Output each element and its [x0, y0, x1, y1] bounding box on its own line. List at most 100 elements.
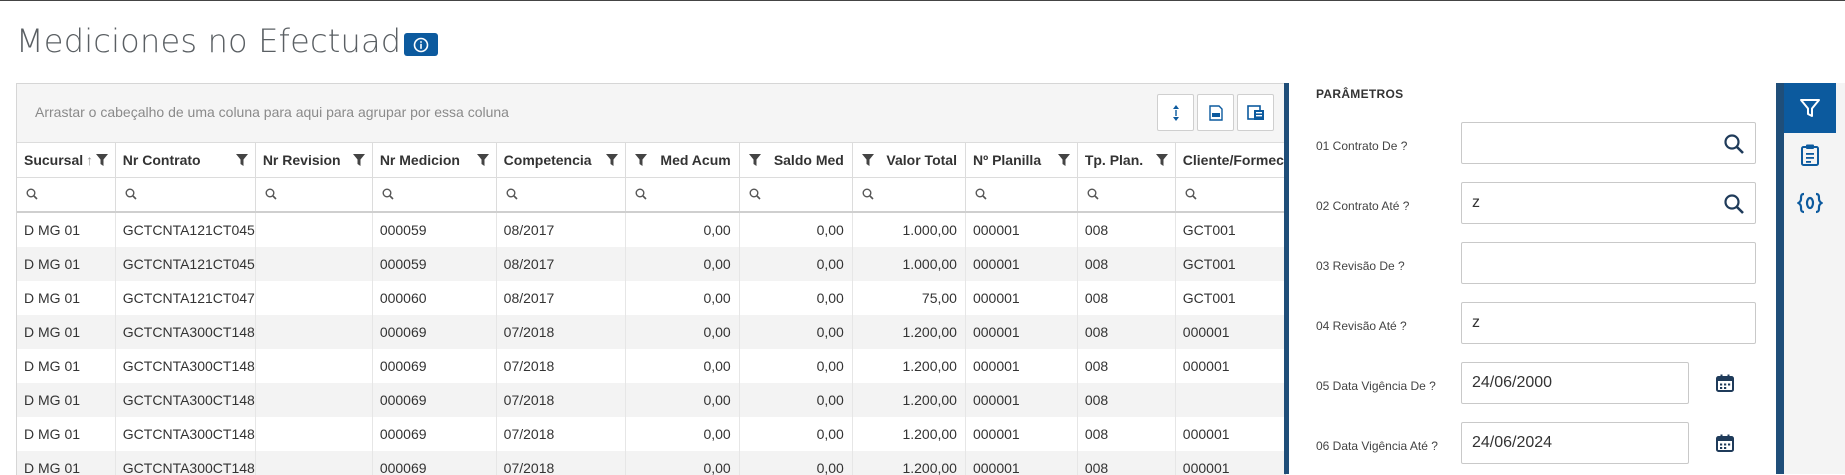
param-input-data-vigencia-de[interactable]: 24/06/2000	[1461, 362, 1689, 404]
cell-nr-medicion: 000069	[372, 349, 497, 383]
column-header-sucursal[interactable]: Sucursal ↑	[17, 143, 116, 178]
column-header-competencia[interactable]: Competencia	[496, 143, 626, 178]
cell-sucursal: D MG 01	[17, 417, 116, 451]
cell-med-acum: 0,00	[625, 281, 740, 315]
column-header-valor-total[interactable]: Valor Total	[852, 143, 966, 178]
param-input-contrato-de[interactable]	[1461, 122, 1756, 164]
cell-med-acum: 0,00	[625, 451, 740, 475]
column-header-cliente-formec[interactable]: Cliente/Formec	[1175, 143, 1285, 178]
param-input-revisao-ate[interactable]: z	[1461, 302, 1756, 344]
group-by-hint: Arrastar o cabeçalho de uma coluna para …	[35, 104, 509, 120]
cell-nr-medicion: 000069	[372, 315, 497, 349]
search-icon	[382, 188, 394, 200]
column-header-nr-revision[interactable]: Nr Revision	[255, 143, 373, 178]
cell-valor-total: 75,00	[852, 281, 966, 315]
table-row[interactable]: D MG 01 GCTCNTA121CT047 000060 08/2017 0,00 0…	[17, 281, 1285, 315]
cell-saldo-med: 0,00	[739, 315, 853, 349]
cell-tp-plan: 008	[1077, 281, 1176, 315]
cell-nr-medicion: 000069	[372, 383, 497, 417]
cell-nr-medicion: 000059	[372, 212, 497, 247]
column-header-nr-medicion[interactable]: Nr Medicion	[372, 143, 497, 178]
cell-sucursal: D MG 01	[17, 451, 116, 475]
column-filter-input[interactable]	[115, 177, 256, 213]
cell-med-acum: 0,00	[625, 315, 740, 349]
cell-saldo-med: 0,00	[739, 212, 853, 247]
cell-no-planilla: 000001	[965, 212, 1078, 247]
page-title: Mediciones no Efectuadas	[16, 22, 439, 60]
cell-med-acum: 0,00	[625, 349, 740, 383]
column-filter-input[interactable]	[496, 177, 626, 213]
calendar-icon[interactable]	[1715, 433, 1735, 458]
cell-sucursal: D MG 01	[17, 212, 116, 247]
info-button[interactable]	[404, 33, 438, 56]
column-filter-input[interactable]	[1175, 177, 1285, 213]
column-filter-input[interactable]	[739, 177, 853, 213]
column-filter-input[interactable]	[1077, 177, 1176, 213]
filter-icon[interactable]	[605, 153, 619, 170]
table-row[interactable]: D MG 01 GCTCNTA300CT148 000069 07/2018 0,00 0…	[17, 451, 1285, 475]
search-icon[interactable]	[1723, 133, 1745, 160]
group-by-bar[interactable]: Arrastar o cabeçalho de uma coluna para …	[17, 84, 1285, 143]
sort-asc-icon[interactable]: ↑	[86, 152, 93, 168]
column-header-no-planilla[interactable]: Nº Planilla	[965, 143, 1078, 178]
search-icon	[635, 188, 647, 200]
cell-valor-total: 1.200,00	[852, 315, 966, 349]
export-xls-button[interactable]	[1197, 94, 1234, 131]
cell-tp-plan: 008	[1077, 247, 1176, 281]
column-header-saldo-med[interactable]: Saldo Med	[739, 143, 853, 178]
param-label-revisao-ate: 04 Revisão Até ?	[1316, 319, 1407, 333]
clipboard-button[interactable]	[1784, 135, 1836, 175]
filter-icon[interactable]	[476, 153, 490, 170]
cell-valor-total: 1.200,00	[852, 417, 966, 451]
table-row[interactable]: D MG 01 GCTCNTA121CT045 000059 08/2017 0,00 0…	[17, 212, 1285, 247]
filter-panel-button[interactable]	[1784, 83, 1836, 133]
param-input-revisao-de[interactable]	[1461, 242, 1756, 284]
filter-icon[interactable]	[235, 153, 249, 170]
column-filter-input[interactable]	[965, 177, 1078, 213]
filter-icon[interactable]	[861, 153, 875, 170]
column-filter-input[interactable]	[625, 177, 740, 213]
search-icon	[749, 188, 761, 200]
column-filter-input[interactable]	[17, 177, 116, 213]
table-row[interactable]: D MG 01 GCTCNTA121CT045 000059 08/2017 0,00 0…	[17, 247, 1285, 281]
filter-row	[17, 177, 1285, 213]
filter-icon[interactable]	[748, 153, 762, 170]
clipboard-icon	[1801, 144, 1819, 166]
table-row[interactable]: D MG 01 GCTCNTA300CT148 000069 07/2018 0,00 0…	[17, 383, 1285, 417]
table-row[interactable]: D MG 01 GCTCNTA300CT148 000069 07/2018 0,00 0…	[17, 315, 1285, 349]
cell-valor-total: 1.200,00	[852, 383, 966, 417]
column-filter-input[interactable]	[255, 177, 373, 213]
code-variables-button[interactable]	[1784, 183, 1836, 223]
filter-icon[interactable]	[634, 153, 648, 170]
filter-icon[interactable]	[1057, 153, 1071, 170]
table-row[interactable]: D MG 01 GCTCNTA300CT148 000069 07/2018 0,00 0…	[17, 417, 1285, 451]
column-header-tp-plan[interactable]: Tp. Plan.	[1077, 143, 1176, 178]
filter-icon[interactable]	[95, 153, 109, 170]
column-filter-input[interactable]	[372, 177, 497, 213]
cell-saldo-med: 0,00	[739, 247, 853, 281]
filter-icon[interactable]	[352, 153, 366, 170]
filter-icon[interactable]	[1155, 153, 1169, 170]
cell-competencia: 07/2018	[496, 451, 626, 475]
search-icon[interactable]	[1723, 193, 1745, 220]
cell-saldo-med: 0,00	[739, 383, 853, 417]
panel-separator[interactable]	[1284, 83, 1289, 474]
columns-button[interactable]	[1237, 94, 1274, 131]
column-header-nr-contrato[interactable]: Nr Contrato	[115, 143, 256, 178]
export-xls-icon	[1208, 104, 1223, 121]
calendar-icon[interactable]	[1715, 373, 1735, 398]
column-filter-input[interactable]	[852, 177, 966, 213]
cell-no-planilla: 000001	[965, 281, 1078, 315]
param-label-contrato-de: 01 Contrato De ?	[1316, 139, 1408, 153]
column-header-med-acum[interactable]: Med Acum	[625, 143, 740, 178]
expand-collapse-button[interactable]	[1157, 94, 1194, 131]
header-row: Sucursal ↑ Nr Contrato Nr Revision Nr Med…	[17, 143, 1285, 178]
param-input-contrato-ate[interactable]: z	[1461, 182, 1756, 224]
cell-no-planilla: 000001	[965, 417, 1078, 451]
cell-nr-revision	[255, 417, 373, 451]
cell-tp-plan: 008	[1077, 349, 1176, 383]
cell-tp-plan: 008	[1077, 212, 1176, 247]
table-row[interactable]: D MG 01 GCTCNTA300CT148 000069 07/2018 0,00 0…	[17, 349, 1285, 383]
param-input-data-vigencia-ate[interactable]: 24/06/2024	[1461, 422, 1689, 464]
cell-competencia: 08/2017	[496, 212, 626, 247]
